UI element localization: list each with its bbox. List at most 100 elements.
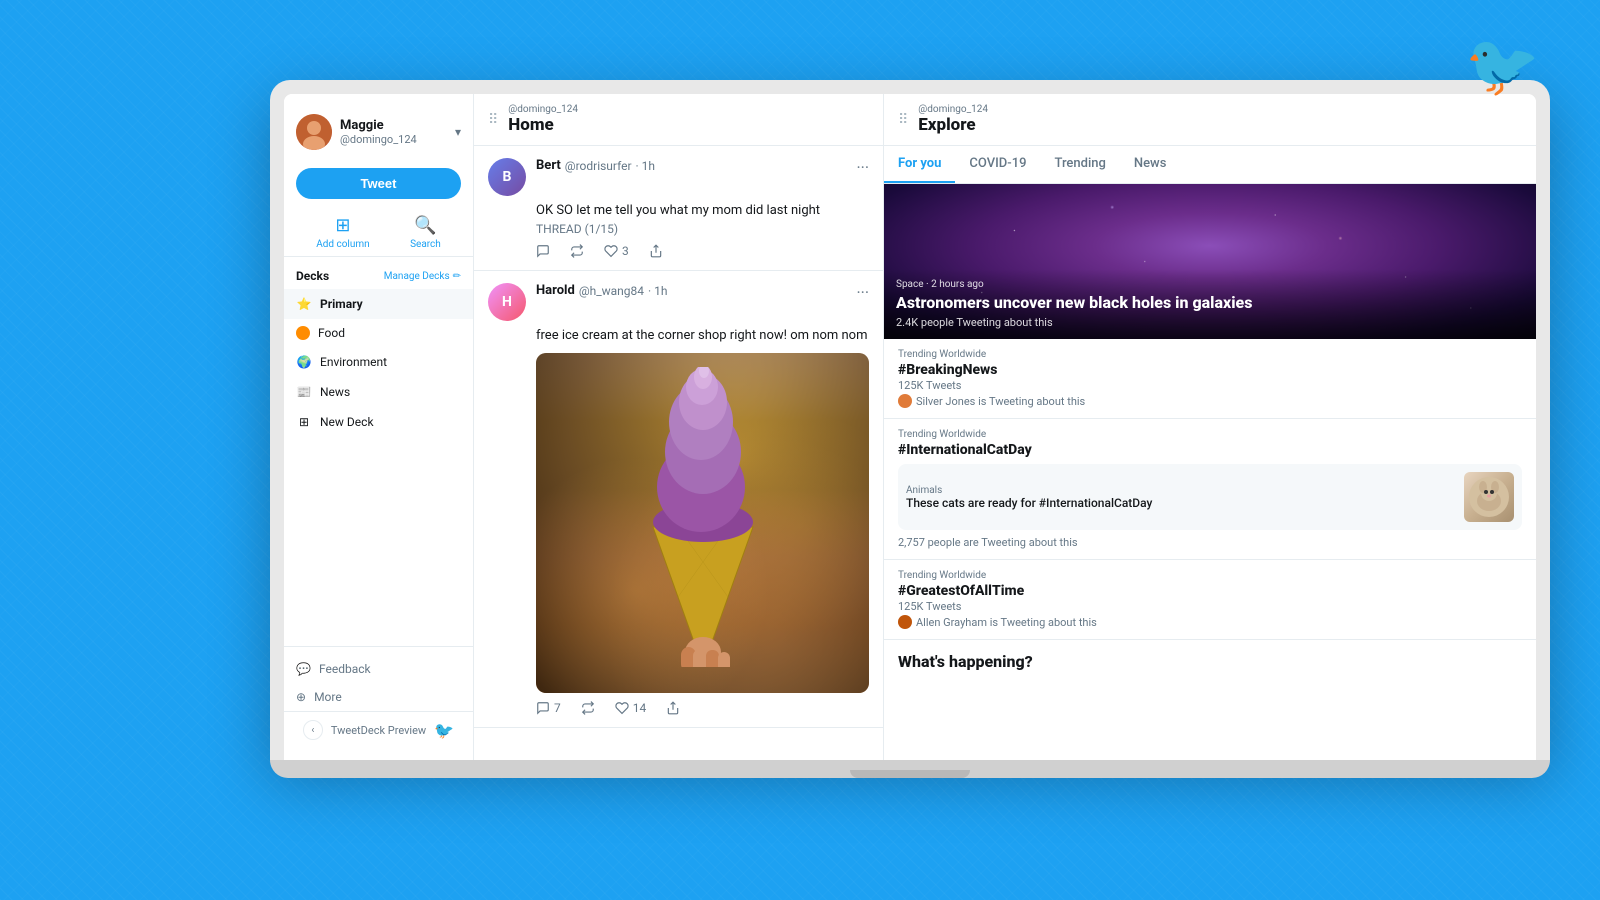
sidebar-bottom: 💬 Feedback ⊕ More (284, 646, 473, 711)
footer-bird-icon: 🐦 (434, 721, 454, 740)
explore-column-title-area: @domingo_124 Explore (918, 104, 1522, 135)
deck-label-food: Food (318, 326, 345, 340)
tweet-button[interactable]: Tweet (296, 168, 461, 199)
tweet-bert-text: OK SO let me tell you what my mom did la… (536, 202, 869, 220)
tweet-bert-actions: 3 (536, 244, 869, 258)
tweet-bert-share-button[interactable] (649, 244, 663, 258)
trending-greatest-count: 125K Tweets (898, 600, 1522, 613)
tweet-bert-retweet-button[interactable] (570, 244, 584, 258)
home-column-account: @domingo_124 (508, 104, 869, 115)
feedback-icon: 💬 (296, 662, 311, 676)
trending-breaking-label: Trending Worldwide (898, 349, 1522, 360)
deck-label-environment: Environment (320, 355, 387, 369)
news-hero-label: Space · 2 hours ago (896, 279, 1524, 290)
trending-item-breaking-news[interactable]: Trending Worldwide #BreakingNews 125K Tw… (884, 339, 1536, 419)
tweet-harold-image (536, 353, 869, 693)
tab-for-you[interactable]: For you (884, 146, 955, 183)
tweet-harold-reply-button[interactable]: 7 (536, 701, 561, 715)
sidebar-user[interactable]: Maggie @domingo_124 ▾ (284, 106, 473, 158)
tweet-bert-handle: @rodrisurfer (565, 159, 632, 173)
laptop-base (270, 760, 1550, 778)
decks-header: Decks Manage Decks ✏ (284, 265, 473, 289)
tab-news[interactable]: News (1120, 146, 1181, 183)
tweet-harold-text: free ice cream at the corner shop right … (536, 327, 869, 345)
trending-cat-label: Trending Worldwide (898, 429, 1522, 440)
home-column-title-area: @domingo_124 Home (508, 104, 869, 135)
tweet-harold-likes: 14 (633, 701, 647, 715)
tweet-harold-more-icon[interactable]: ··· (856, 283, 869, 302)
more-icon: ⊕ (296, 690, 306, 704)
deck-label-new: New Deck (320, 415, 374, 429)
trending-breaking-tweeter: Silver Jones is Tweeting about this (898, 394, 1522, 408)
deck-icon-environment: 🌍 (296, 354, 312, 370)
cat-card: Animals These cats are ready for #Intern… (898, 464, 1522, 530)
trending-item-greatest[interactable]: Trending Worldwide #GreatestOfAllTime 12… (884, 560, 1536, 640)
manage-decks-label: Manage Decks (384, 271, 450, 282)
deck-item-environment[interactable]: 🌍 Environment (284, 347, 473, 377)
tweet-bert-name: Bert (536, 158, 561, 173)
sidebar-actions: ⊞ Add column 🔍 Search (284, 209, 473, 257)
drag-handle-icon[interactable]: ⠿ (488, 112, 498, 128)
more-item[interactable]: ⊕ More (284, 683, 473, 711)
deck-label-news: News (320, 385, 350, 399)
add-column-icon: ⊞ (335, 215, 350, 236)
tweet-bert-thread: THREAD (1/15) (536, 222, 869, 236)
chevron-down-icon[interactable]: ▾ (455, 125, 461, 139)
trending-greatest-label: Trending Worldwide (898, 570, 1522, 581)
tab-trending[interactable]: Trending (1040, 146, 1119, 183)
explore-content: Space · 2 hours ago Astronomers uncover … (884, 184, 1536, 754)
news-hero-subtitle: 2.4K people Tweeting about this (896, 316, 1524, 329)
trending-breaking-hashtag: #BreakingNews (898, 362, 1522, 378)
explore-tabs: For you COVID-19 Trending News (884, 146, 1536, 184)
manage-decks-button[interactable]: Manage Decks ✏ (384, 271, 461, 282)
tweet-harold-name: Harold (536, 283, 575, 298)
cat-card-label: Animals (906, 485, 1456, 496)
tweet-harold-author-line: Harold @h_wang84 · 1h (536, 283, 846, 298)
search-action[interactable]: 🔍 Search (410, 215, 441, 250)
explore-drag-handle-icon[interactable]: ⠿ (898, 112, 908, 128)
user-name: Maggie (340, 118, 447, 133)
home-column-title: Home (508, 115, 869, 135)
tweet-harold-header: H Harold @h_wang84 · 1h ··· (488, 283, 869, 321)
deck-item-new[interactable]: ⊞ New Deck (284, 407, 473, 437)
twitter-bird-logo: 🐦 (1465, 30, 1540, 101)
user-handle: @domingo_124 (340, 133, 447, 146)
tweet-harold-like-button[interactable]: 14 (615, 701, 647, 715)
trending-greatest-tweeter-text: Allen Grayham is Tweeting about this (916, 616, 1097, 629)
news-hero[interactable]: Space · 2 hours ago Astronomers uncover … (884, 184, 1536, 339)
feedback-label: Feedback (319, 662, 371, 676)
sidebar: Maggie @domingo_124 ▾ Tweet ⊞ Add column… (284, 94, 474, 760)
feedback-item[interactable]: 💬 Feedback (284, 655, 473, 683)
tweet-bert-reply-button[interactable] (536, 244, 550, 258)
search-label: Search (410, 239, 441, 250)
tweet-bert-more-icon[interactable]: ··· (856, 158, 869, 177)
news-hero-title: Astronomers uncover new black holes in g… (896, 293, 1524, 314)
tweet-bert-like-button[interactable]: 3 (604, 244, 629, 258)
search-icon: 🔍 (414, 215, 436, 236)
news-hero-overlay: Space · 2 hours ago Astronomers uncover … (884, 269, 1536, 339)
back-arrow-button[interactable]: ‹ (303, 720, 323, 740)
tweet-harold-share-button[interactable] (666, 701, 680, 715)
laptop-screen: Maggie @domingo_124 ▾ Tweet ⊞ Add column… (284, 94, 1536, 760)
whats-happening: What's happening? (884, 640, 1536, 683)
deck-label-primary: Primary (320, 297, 363, 311)
home-column-content: B Bert @rodrisurfer · 1h ··· (474, 146, 883, 760)
avatar (296, 114, 332, 150)
tweet-bert-author-line: Bert @rodrisurfer · 1h (536, 158, 846, 173)
explore-column-header: ⠿ @domingo_124 Explore (884, 94, 1536, 146)
trending-item-cat-day[interactable]: Trending Worldwide #InternationalCatDay … (884, 419, 1536, 560)
deck-item-news[interactable]: 📰 News (284, 377, 473, 407)
trending-greatest-tweeter: Allen Grayham is Tweeting about this (898, 615, 1522, 629)
add-column-action[interactable]: ⊞ Add column (316, 215, 369, 250)
explore-column: ⠿ @domingo_124 Explore For you COVID-19 … (884, 94, 1536, 760)
deck-item-primary[interactable]: ⭐ Primary (284, 289, 473, 319)
tab-covid19[interactable]: COVID-19 (955, 146, 1040, 183)
tweet-harold-retweet-button[interactable] (581, 701, 595, 715)
deck-item-food[interactable]: Food (284, 319, 473, 347)
tweeter-avatar-dot-2 (898, 615, 912, 629)
tweet-bert-likes: 3 (622, 244, 629, 258)
deck-icon-news: 📰 (296, 384, 312, 400)
tweet-harold-handle: @h_wang84 (579, 284, 644, 298)
deck-icon-food (296, 326, 310, 340)
trending-greatest-hashtag: #GreatestOfAllTime (898, 583, 1522, 599)
